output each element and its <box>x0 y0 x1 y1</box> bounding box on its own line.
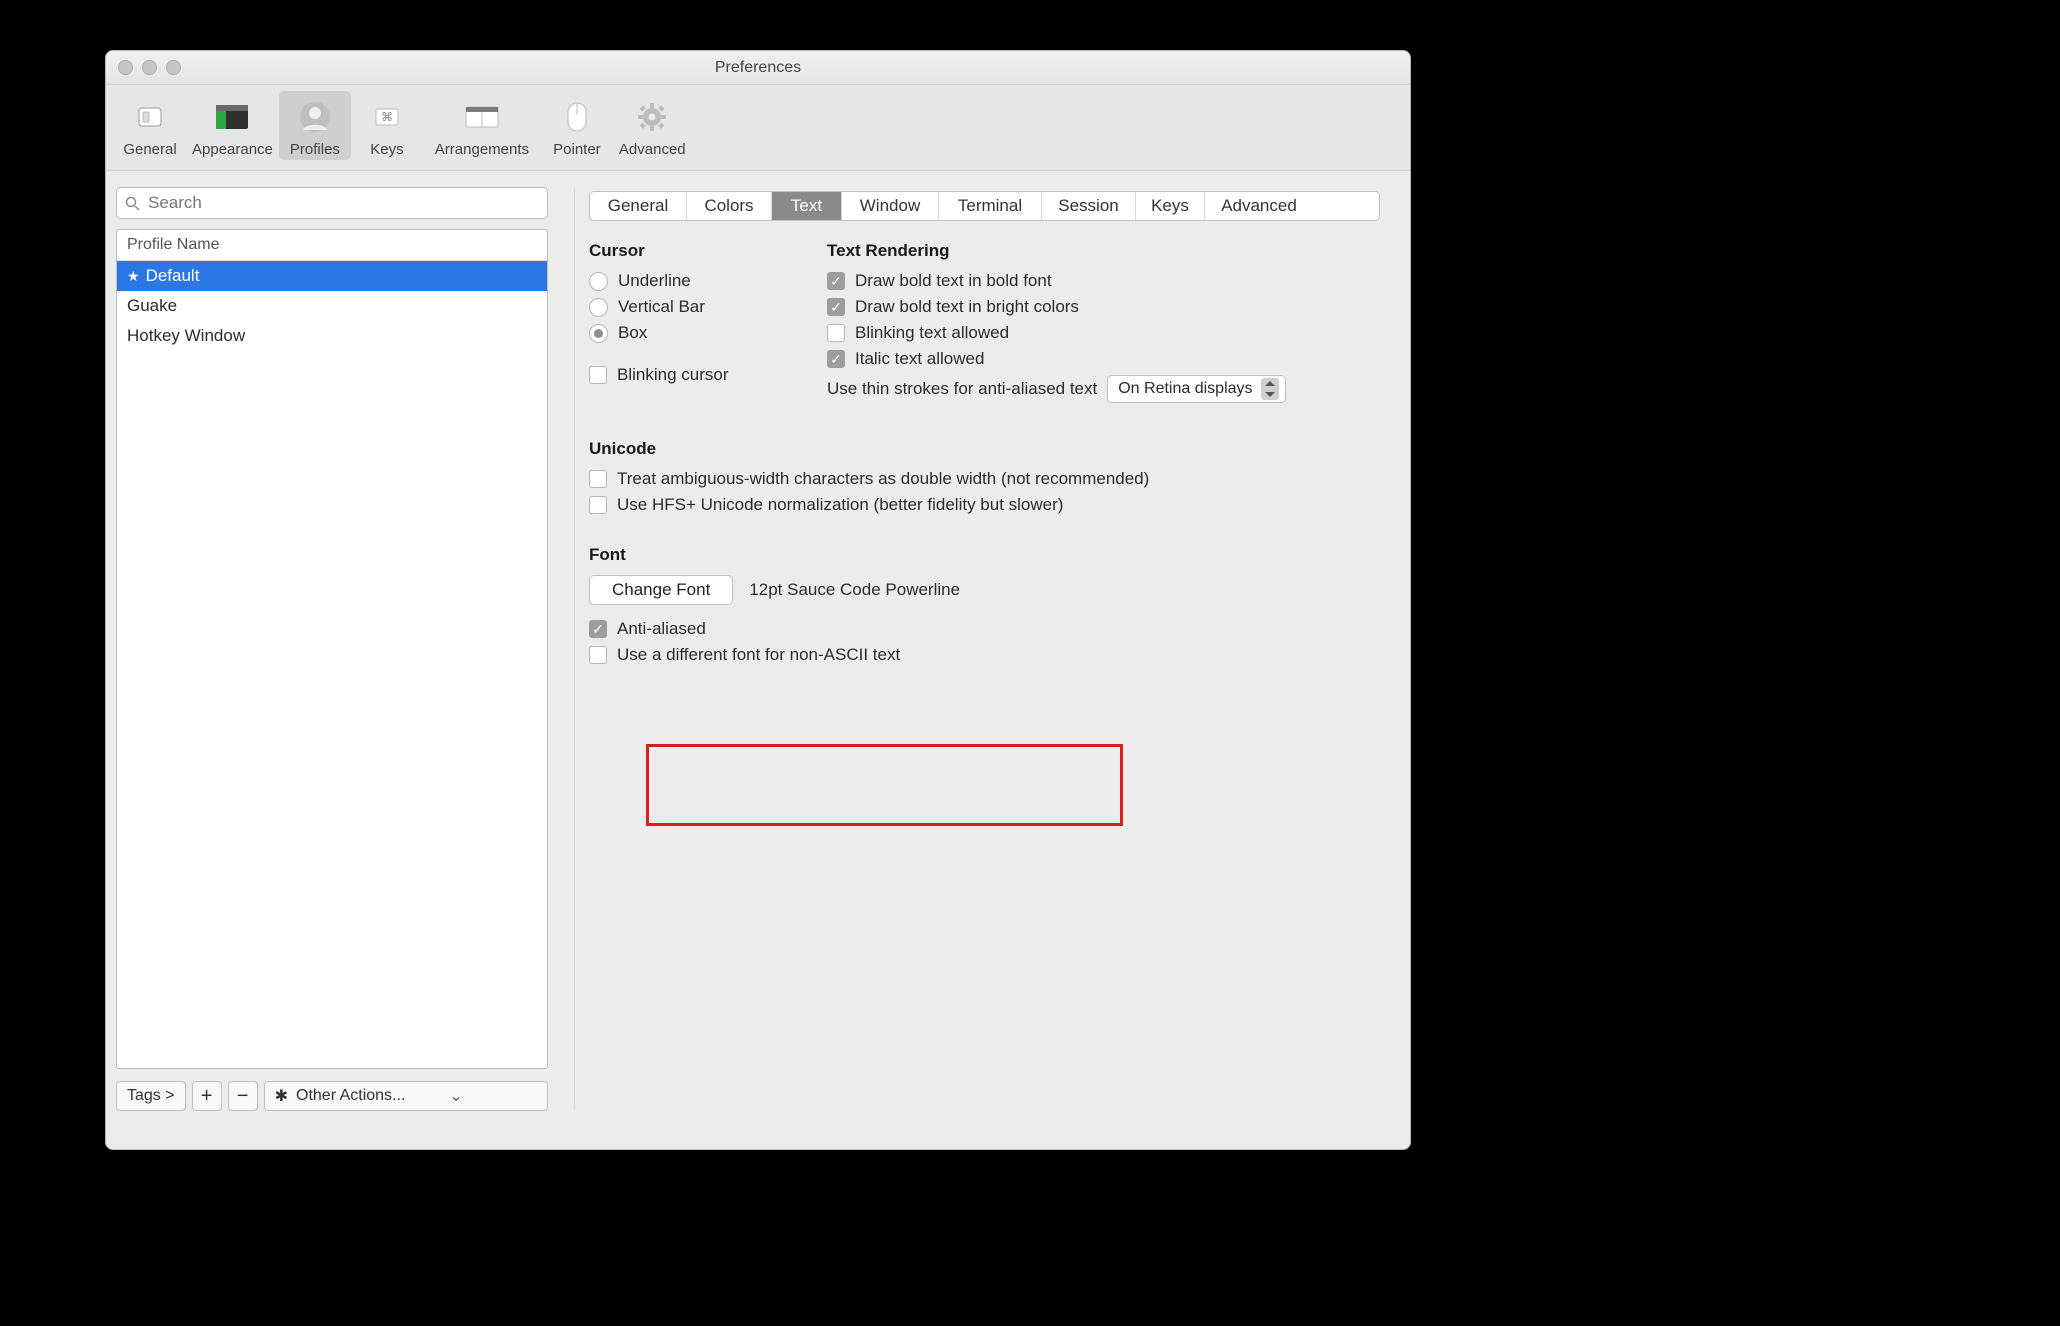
svg-text:⌘: ⌘ <box>381 110 393 124</box>
text-rendering-heading: Text Rendering <box>827 241 1386 261</box>
bold-font-checkbox[interactable]: Draw bold text in bold font <box>827 271 1386 291</box>
gear-icon: ✱ <box>275 1086 288 1106</box>
tab-colors[interactable]: Colors <box>687 192 772 220</box>
add-profile-button[interactable]: + <box>192 1081 222 1111</box>
profiles-search-input[interactable] <box>146 192 539 214</box>
gear-icon <box>637 97 667 137</box>
search-icon <box>125 196 140 211</box>
minimize-icon[interactable] <box>142 60 157 75</box>
traffic-lights <box>118 60 181 75</box>
chevron-down-icon: ⌄ <box>449 1086 462 1106</box>
profiles-sidebar: Profile Name ★ Default Guake Hotkey Wind… <box>116 187 548 1111</box>
thin-strokes-row: Use thin strokes for anti-aliased text O… <box>827 375 1386 403</box>
unicode-hfs-checkbox[interactable]: Use HFS+ Unicode normalization (better f… <box>589 495 1386 515</box>
cursor-vertical-bar-radio[interactable]: Vertical Bar <box>589 297 779 317</box>
non-ascii-font-checkbox[interactable]: Use a different font for non-ASCII text <box>589 645 1386 665</box>
current-font-label: 12pt Sauce Code Powerline <box>749 580 960 600</box>
terminal-icon <box>215 97 249 137</box>
profile-row[interactable]: Hotkey Window <box>117 321 547 351</box>
profiles-search[interactable] <box>116 187 548 219</box>
cursor-underline-radio[interactable]: Underline <box>589 271 779 291</box>
toolbar-profiles[interactable]: Profiles <box>279 91 351 160</box>
zoom-icon[interactable] <box>166 60 181 75</box>
tab-advanced[interactable]: Advanced <box>1205 192 1313 220</box>
toolbar: General Appearance Profiles ⌘ Keys <box>106 85 1410 171</box>
profile-settings-pane: General Colors Text Window Terminal Sess… <box>574 187 1388 1111</box>
profile-row-label: Guake <box>127 296 177 316</box>
profile-row-label: Hotkey Window <box>127 326 245 346</box>
switch-icon <box>135 97 165 137</box>
toolbar-advanced[interactable]: Advanced <box>613 91 692 160</box>
stepper-icon <box>1261 378 1279 400</box>
other-actions-button[interactable]: ✱ Other Actions... ⌄ <box>264 1081 548 1111</box>
titlebar: Preferences <box>106 51 1410 85</box>
tab-text[interactable]: Text <box>772 192 842 220</box>
toolbar-keys[interactable]: ⌘ Keys <box>351 91 423 160</box>
mouse-icon <box>566 97 588 137</box>
unicode-ambiguous-checkbox[interactable]: Treat ambiguous-width characters as doub… <box>589 469 1386 489</box>
remove-profile-button[interactable]: − <box>228 1081 258 1111</box>
blinking-cursor-checkbox[interactable]: Blinking cursor <box>589 365 779 385</box>
profile-tabs: General Colors Text Window Terminal Sess… <box>589 191 1380 221</box>
tab-terminal[interactable]: Terminal <box>939 192 1042 220</box>
star-icon: ★ <box>127 268 140 285</box>
unicode-heading: Unicode <box>589 439 1386 459</box>
bold-bright-checkbox[interactable]: Draw bold text in bright colors <box>827 297 1386 317</box>
toolbar-pointer[interactable]: Pointer <box>541 91 613 160</box>
profile-row[interactable]: ★ Default <box>117 261 547 291</box>
profiles-table: Profile Name ★ Default Guake Hotkey Wind… <box>116 229 548 1069</box>
profile-row-label: Default <box>146 266 200 286</box>
profile-row[interactable]: Guake <box>117 291 547 321</box>
toolbar-arrangements[interactable]: Arrangements <box>423 91 541 160</box>
change-font-button[interactable]: Change Font <box>589 575 733 605</box>
anti-aliased-checkbox[interactable]: Anti-aliased <box>589 619 1386 639</box>
italic-allowed-checkbox[interactable]: Italic text allowed <box>827 349 1386 369</box>
tab-general[interactable]: General <box>590 192 687 220</box>
toolbar-appearance[interactable]: Appearance <box>186 91 279 160</box>
tags-button[interactable]: Tags > <box>116 1081 186 1111</box>
blinking-text-checkbox[interactable]: Blinking text allowed <box>827 323 1386 343</box>
cursor-box-radio[interactable]: Box <box>589 323 779 343</box>
keys-icon: ⌘ <box>372 97 402 137</box>
profiles-footer: Tags > + − ✱ Other Actions... ⌄ <box>116 1081 548 1111</box>
toolbar-general[interactable]: General <box>114 91 186 160</box>
profiles-table-header: Profile Name <box>117 230 547 261</box>
cursor-heading: Cursor <box>589 241 779 261</box>
tab-session[interactable]: Session <box>1042 192 1136 220</box>
arrangements-icon <box>464 97 500 137</box>
preferences-window: Preferences General Appearance Profile <box>105 50 1411 1150</box>
tab-keys[interactable]: Keys <box>1136 192 1205 220</box>
close-icon[interactable] <box>118 60 133 75</box>
window-title: Preferences <box>715 59 801 77</box>
tab-window[interactable]: Window <box>842 192 939 220</box>
font-heading: Font <box>589 545 1386 565</box>
profile-icon <box>298 97 332 137</box>
thin-strokes-select[interactable]: On Retina displays <box>1107 375 1285 403</box>
